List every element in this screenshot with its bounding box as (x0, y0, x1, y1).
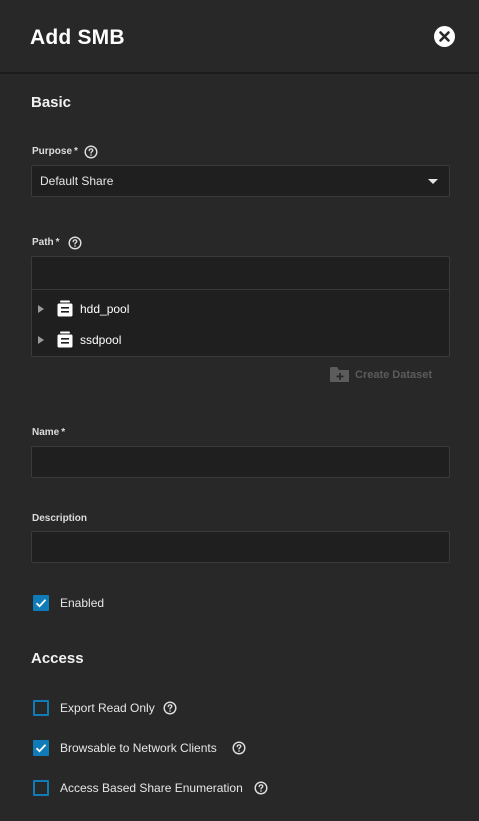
tree-node-label: ssdpool (80, 333, 122, 347)
abe-row[interactable]: Access Based Share Enumeration (33, 780, 248, 798)
help-icon[interactable] (84, 145, 98, 159)
description-label: Description (32, 513, 88, 524)
create-dataset-label: Create Dataset (355, 369, 433, 381)
dialog-header: Add SMB (0, 0, 479, 74)
help-icon[interactable] (254, 781, 268, 795)
tree-node-hdd-pool[interactable]: hdd_pool (32, 294, 449, 324)
tree-node-label: hdd_pool (80, 302, 130, 316)
enabled-label: Enabled (60, 596, 105, 610)
help-icon[interactable] (232, 741, 246, 755)
required-mark: * (74, 146, 78, 157)
path-explorer: hdd_pool ssdpool (31, 256, 450, 357)
browsable-label: Browsable to Network Clients (60, 741, 217, 755)
help-icon[interactable] (163, 701, 177, 715)
close-icon (439, 31, 450, 42)
export-read-only-label: Export Read Only (60, 701, 155, 715)
section-basic-title: Basic (31, 94, 72, 111)
path-input[interactable] (32, 257, 449, 290)
browsable-row[interactable]: Browsable to Network Clients (33, 740, 233, 758)
tree-node-ssdpool[interactable]: ssdpool (32, 325, 449, 355)
chevron-down-icon (428, 179, 438, 184)
purpose-label: Purpose * (32, 146, 78, 157)
description-input[interactable] (31, 531, 450, 563)
pool-icon (57, 300, 73, 317)
name-label: Name * (32, 427, 65, 438)
required-mark: * (61, 427, 66, 438)
name-input[interactable] (31, 446, 450, 478)
browsable-checkbox[interactable] (33, 740, 49, 756)
close-button[interactable] (434, 26, 455, 47)
enabled-checkbox-row[interactable]: Enabled (33, 595, 153, 613)
check-icon (35, 744, 47, 753)
path-label-text: Path (32, 237, 54, 248)
check-icon (35, 599, 47, 608)
path-label: Path * (32, 237, 60, 248)
export-read-only-checkbox[interactable] (33, 700, 49, 716)
purpose-select-value: Default Share (40, 174, 114, 188)
dialog-title: Add SMB (30, 26, 125, 49)
name-label-text: Name (32, 427, 60, 438)
create-dataset-button[interactable]: Create Dataset (330, 366, 445, 384)
expand-arrow-icon[interactable] (38, 305, 44, 313)
help-icon[interactable] (68, 236, 82, 250)
purpose-select[interactable]: Default Share (31, 165, 450, 197)
expand-arrow-icon[interactable] (38, 336, 44, 344)
enabled-checkbox[interactable] (33, 595, 49, 611)
abe-checkbox[interactable] (33, 780, 49, 796)
section-access-title: Access (31, 650, 84, 667)
purpose-label-text: Purpose (32, 146, 73, 157)
pool-icon (57, 331, 73, 348)
required-mark: * (55, 237, 60, 248)
abe-label: Access Based Share Enumeration (60, 781, 243, 795)
folder-plus-icon (330, 367, 349, 382)
export-read-only-row[interactable]: Export Read Only (33, 700, 233, 718)
